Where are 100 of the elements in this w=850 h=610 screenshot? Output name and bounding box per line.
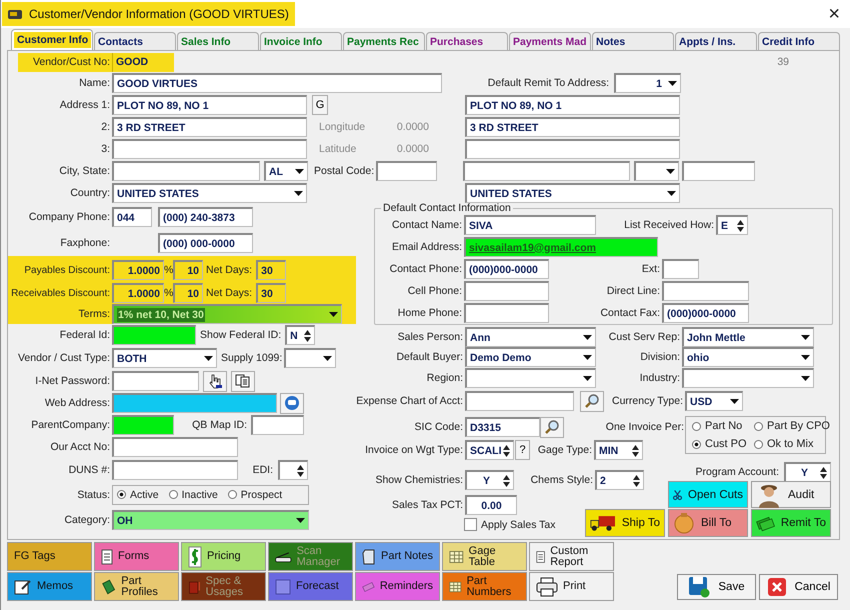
supply-1099-dropdown[interactable]	[284, 348, 336, 368]
qb-map-id-field[interactable]	[251, 415, 304, 435]
phone-field[interactable]: (000) 240-3873	[158, 207, 253, 227]
duns-field[interactable]	[112, 460, 238, 480]
tab[interactable]: Appts / Ins.	[675, 32, 757, 50]
remit-address-field[interactable]	[465, 139, 680, 159]
vendor-type-dropdown[interactable]: BOTH	[112, 348, 217, 368]
service-rep-dropdown[interactable]: John Mettle	[682, 327, 814, 347]
remit-address-dropdown[interactable]: 1	[614, 73, 681, 93]
toolbar-button[interactable]: Memos	[7, 572, 92, 601]
weight-type-spinner[interactable]: SCALI	[465, 440, 514, 460]
program-account-spinner[interactable]: Y	[784, 462, 831, 482]
remit-address-field[interactable]: PLOT NO 89, NO 1	[465, 95, 680, 115]
action-button[interactable]: Open Cuts	[668, 481, 748, 508]
division-dropdown[interactable]: ohio	[682, 347, 814, 367]
radio-option[interactable]: Part By CPO	[754, 420, 832, 432]
country-dropdown[interactable]: UNITED STATES	[112, 183, 307, 203]
sales-tax-field[interactable]: 0.00	[465, 495, 517, 515]
close-button[interactable]: ×	[828, 2, 840, 26]
sales-person-dropdown[interactable]: Ann	[465, 327, 596, 347]
audit-button[interactable]: Audit	[751, 481, 831, 508]
sic-code-field[interactable]: D3315	[465, 417, 540, 437]
extension-field[interactable]	[662, 259, 699, 279]
account-number-field[interactable]	[112, 437, 238, 457]
apply-tax-checkbox[interactable]: Apply Sales Tax	[464, 518, 556, 531]
address-field[interactable]	[112, 139, 307, 159]
expense-account-field[interactable]	[465, 391, 574, 411]
tab[interactable]: Contacts	[94, 32, 176, 50]
toolbar-button[interactable]: FG Tags	[7, 542, 92, 571]
copy-button[interactable]	[231, 370, 255, 392]
state-dropdown[interactable]: AL	[264, 161, 308, 181]
action-button[interactable]: Ship To	[585, 509, 665, 537]
postal-code-field[interactable]	[376, 161, 438, 181]
radio-option[interactable]: Cust PO	[692, 438, 754, 450]
toolbar-button[interactable]: Custom Report	[529, 542, 614, 571]
tab[interactable]: Invoice Info	[260, 32, 342, 50]
show-federal-id-spinner[interactable]: N	[285, 325, 316, 345]
chemistries-spinner[interactable]: Y	[465, 470, 514, 490]
tab[interactable]: Sales Info	[177, 32, 259, 50]
tab[interactable]: Credit Info	[758, 32, 840, 50]
radio-option[interactable]: Ok to Mix	[754, 438, 832, 450]
buyer-dropdown[interactable]: Demo Demo	[465, 347, 596, 367]
chems-style-spinner[interactable]: 2	[595, 470, 644, 490]
area-code-field[interactable]: 044	[112, 207, 152, 227]
remit-address-field[interactable]: 3 RD STREET	[465, 117, 680, 137]
search-button[interactable]	[580, 390, 604, 412]
radio-option[interactable]: Prospect	[228, 488, 282, 500]
save-button[interactable]: Save	[677, 574, 756, 600]
tab[interactable]: Payments Rec	[343, 32, 425, 50]
edi-spinner[interactable]	[278, 460, 308, 480]
category-dropdown[interactable]: OH	[112, 510, 309, 530]
cell-phone-field[interactable]	[464, 281, 549, 301]
radio-option[interactable]: Inactive	[168, 488, 218, 500]
tab[interactable]: Customer Info	[11, 29, 93, 50]
radio-option[interactable]: Part No	[692, 420, 754, 432]
remit-city-field[interactable]	[463, 161, 630, 181]
toolbar-button[interactable]: Part Notes	[355, 542, 440, 571]
discount-percent-field[interactable]: 1.0000	[112, 260, 164, 280]
toolbar-button[interactable]: Gage Table	[442, 542, 527, 571]
list-received-spinner[interactable]: E	[716, 215, 748, 235]
net-days-field[interactable]: 30	[256, 283, 286, 303]
gage-type-spinner[interactable]: MIN	[594, 440, 643, 460]
toolbar-button[interactable]: Part Profiles	[94, 572, 179, 601]
toolbar-button[interactable]: Print	[529, 572, 614, 601]
action-button[interactable]: Remit To	[751, 509, 831, 537]
toolbar-button[interactable]: Forecast	[268, 572, 353, 601]
net-days-field[interactable]: 30	[256, 260, 286, 280]
tab[interactable]: Payments Mad	[509, 32, 591, 50]
contact-fax-field[interactable]: (000)000-0000	[662, 303, 749, 323]
action-button[interactable]: Bill To	[668, 509, 748, 537]
contact-name-field[interactable]: SIVA	[464, 215, 596, 235]
toolbar-button[interactable]: Forms	[94, 542, 179, 571]
parent-company-field[interactable]	[112, 415, 174, 435]
discount-percent-field[interactable]: 1.0000	[112, 283, 164, 303]
search-button[interactable]	[540, 416, 564, 438]
direct-line-field[interactable]	[662, 281, 749, 301]
open-web-button[interactable]	[280, 392, 304, 414]
tab[interactable]: Purchases	[426, 32, 508, 50]
city-field[interactable]	[112, 161, 260, 181]
remit-state-dropdown[interactable]	[634, 161, 680, 181]
toolbar-button[interactable]: Part Numbers	[442, 572, 527, 601]
industry-dropdown[interactable]	[682, 368, 814, 388]
name-field[interactable]: GOOD VIRTUES	[112, 73, 442, 93]
region-dropdown[interactable]	[465, 368, 596, 388]
fax-field[interactable]: (000) 000-0000	[158, 233, 253, 253]
email-field[interactable]: sivasailam19@gmail.com	[464, 237, 658, 257]
terms-dropdown[interactable]: 1% net 10, Net 30	[112, 304, 342, 324]
help-button[interactable]: ?	[515, 440, 530, 460]
hand-pointer-button[interactable]	[203, 370, 227, 392]
radio-option[interactable]: Active	[117, 488, 159, 500]
home-phone-field[interactable]	[464, 303, 549, 323]
geocode-button[interactable]: G	[312, 95, 328, 115]
currency-dropdown[interactable]: USD	[685, 391, 743, 411]
discount-days-field[interactable]: 10	[173, 260, 203, 280]
cancel-button[interactable]: Cancel	[759, 574, 838, 600]
discount-days-field[interactable]: 10	[173, 283, 203, 303]
web-address-field[interactable]	[112, 393, 277, 413]
federal-id-field[interactable]	[112, 325, 196, 345]
remit-country-dropdown[interactable]: UNITED STATES	[465, 183, 680, 203]
toolbar-button[interactable]: Reminders	[355, 572, 440, 601]
